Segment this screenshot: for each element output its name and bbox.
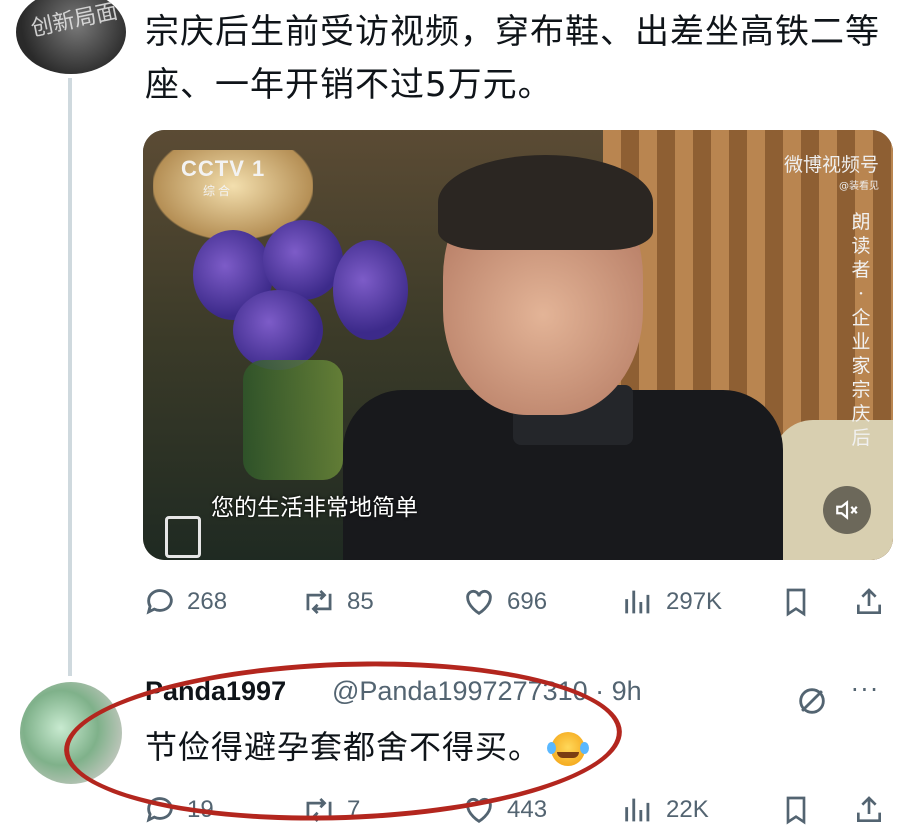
repost-icon [306,797,332,823]
bookmark-icon [786,588,806,617]
reply-action-bar: 19 7 443 22K [143,790,903,830]
repost-button[interactable]: 85 [301,585,374,619]
share-button[interactable] [853,584,895,620]
reply-like-button[interactable]: 443 [461,793,547,827]
reply-count: 268 [187,588,228,615]
like-count: 696 [507,588,548,615]
reply-share-button[interactable] [853,792,895,828]
post-action-bar: 268 85 696 297K [143,582,903,622]
author-avatar[interactable]: 创新局面 [16,0,126,74]
share-icon [857,588,881,614]
mute-button[interactable] [823,486,871,534]
reply-icon [146,797,173,823]
views-icon [625,590,650,614]
bookmark-icon [786,796,806,825]
reply-like-count: 443 [507,796,548,823]
post-text-line1: 宗庆后生前受访视频，穿布鞋、出差坐高铁二等 [145,12,880,52]
vertical-caption: 朗读者·企业家宗庆后 [851,211,871,449]
more-button[interactable]: ··· [851,676,880,704]
views-icon [625,798,650,822]
repost-count: 85 [347,588,374,615]
like-icon [466,797,492,824]
reply-views-count: 22K [666,796,709,823]
reply-views-button[interactable]: 22K [620,793,709,827]
reply-reply-count: 19 [187,796,214,823]
reply-bookmark-button[interactable] [780,792,822,828]
repost-icon [306,589,332,615]
reply-button[interactable]: 268 [143,585,227,619]
post-text-line2: 座、一年开销不过5万元。 [145,65,553,105]
reply-text: 节俭得避孕套都舍不得买。 [145,722,590,768]
weibo-watermark: 微博视频号 @装看见 [783,154,879,192]
grok-button[interactable] [795,684,829,722]
share-icon [857,796,881,822]
reply-author-name[interactable]: Panda1997 [145,676,286,707]
reply-repost-count: 7 [347,796,361,823]
laughing-tears-emoji [547,732,590,766]
like-button[interactable]: 696 [461,585,547,619]
thread-connector-line [68,78,72,676]
video-subtitle: 您的生活非常地简单 [211,495,418,521]
post-text: 宗庆后生前受访视频，穿布鞋、出差坐高铁二等 座、一年开销不过5万元。 [145,6,905,112]
reply-handle-time[interactable]: @Panda1997277310 · 9h [332,676,642,707]
corner-logo-icon [165,516,201,558]
reply-avatar[interactable] [20,682,122,784]
video-player[interactable]: CCTV 1 综合 微博视频号 @装看见 朗读者·企业家宗庆后 您的生活非常地简… [143,130,893,560]
reply-reply-button[interactable]: 19 [143,793,214,827]
like-icon [466,589,492,616]
reply-icon [146,589,173,615]
mute-icon [836,500,858,520]
reply-text-content: 节俭得避孕套都舍不得买。 [145,728,542,766]
views-button[interactable]: 297K [620,585,722,619]
more-icon: ··· [851,676,880,704]
bookmark-button[interactable] [780,584,822,620]
cctv-logo: CCTV 1 综合 [181,156,266,198]
grok-icon [799,688,825,714]
views-count: 297K [666,588,723,615]
reply-repost-button[interactable]: 7 [301,793,360,827]
person-hair [438,155,653,250]
avatar-scribble: 创新局面 [28,0,121,42]
